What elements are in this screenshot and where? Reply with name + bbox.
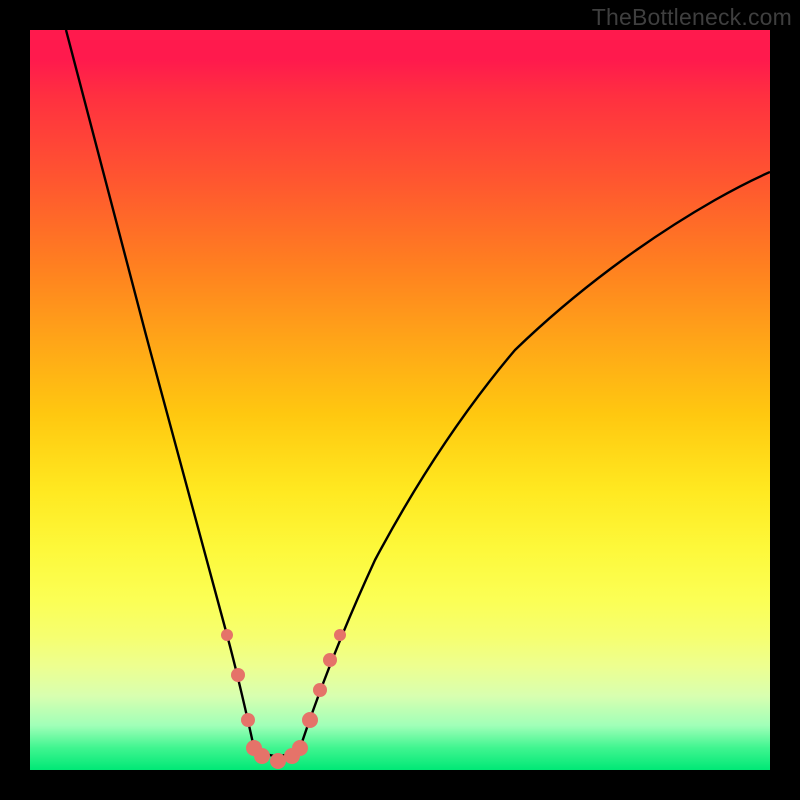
chart-frame: TheBottleneck.com	[0, 0, 800, 800]
chart-svg	[30, 30, 770, 770]
chart-plot-area	[30, 30, 770, 770]
marker	[221, 629, 233, 641]
marker	[334, 629, 346, 641]
marker	[231, 668, 245, 682]
marker-group	[221, 629, 346, 769]
watermark-text: TheBottleneck.com	[592, 4, 792, 31]
marker	[302, 712, 318, 728]
marker	[254, 748, 270, 764]
marker	[323, 653, 337, 667]
marker	[270, 753, 286, 769]
marker	[241, 713, 255, 727]
marker	[292, 740, 308, 756]
marker	[313, 683, 327, 697]
curve-right-arm	[300, 172, 770, 748]
